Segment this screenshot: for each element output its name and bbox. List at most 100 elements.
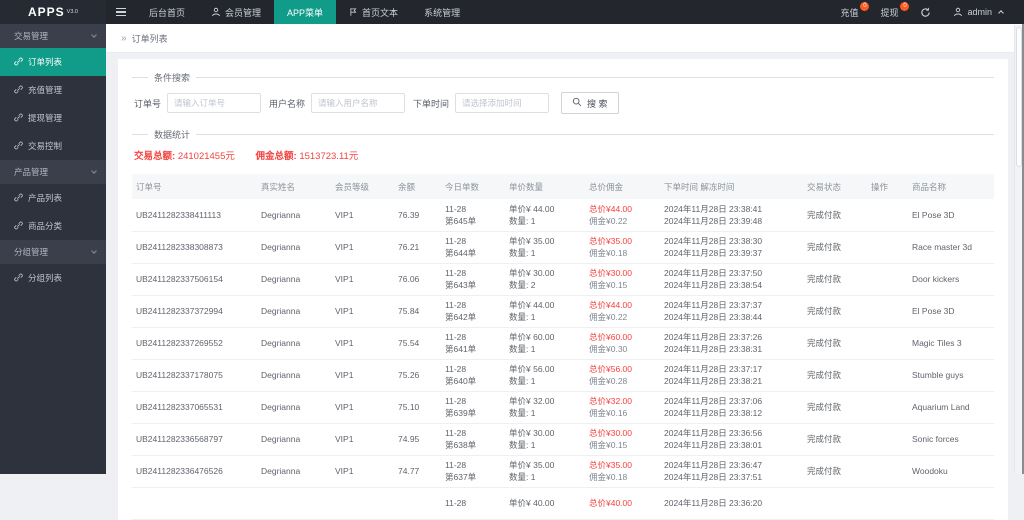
member-level: VIP1 [335, 338, 354, 348]
trade-total-label: 交易总额: [134, 151, 176, 162]
link-icon [14, 57, 23, 68]
real-name: Degrianna [261, 402, 301, 412]
order-no: UB2411282337065531 [136, 402, 223, 412]
order-count: 第643单 [445, 280, 477, 290]
order-no: UB2411282338411113 [136, 209, 221, 220]
sidebar-item-0-1[interactable]: 充值管理 [0, 76, 106, 104]
total-price: 总价¥44.00 [589, 203, 632, 214]
real-name: Degrianna [261, 209, 301, 220]
topnav-item-3[interactable]: 首页文本 [336, 0, 411, 24]
unit-price: 单价¥ 32.00 [509, 396, 555, 406]
unfreeze-time: 2024年11月28日 23:38:01 [664, 440, 763, 450]
unit-price: 单价¥ 40.00 [509, 498, 555, 508]
balance: 76.39 [398, 209, 420, 220]
balance: 75.10 [398, 402, 420, 412]
member-level: VIP1 [335, 209, 354, 220]
order-time: 2024年11月28日 23:37:17 [664, 364, 763, 374]
trade-status: 完成付款 [807, 434, 842, 444]
sidebar-item-0-2[interactable]: 提现管理 [0, 104, 106, 132]
order-date: 11-28 [445, 268, 467, 278]
table-row: UB2411282338308873 Degrianna VIP1 76.21 … [132, 231, 994, 264]
sidebar-item-1-0[interactable]: 产品列表 [0, 184, 106, 212]
order-date: 11-28 [445, 428, 467, 438]
order-time: 2024年11月28日 23:38:30 [664, 236, 763, 246]
member-level: VIP1 [335, 434, 354, 444]
withdraw-button[interactable]: 提现 0 [869, 0, 910, 24]
member-level: VIP1 [335, 274, 354, 284]
recharge-button[interactable]: 充值 0 [829, 0, 870, 24]
topnav-item-1[interactable]: 会员管理 [198, 0, 274, 24]
search-field-group-1: 用户名称 [269, 93, 406, 113]
vertical-scrollbar[interactable] [1014, 25, 1022, 474]
unfreeze-time: 2024年11月28日 23:38:12 [664, 408, 763, 418]
order-no: UB2411282336568797 [136, 434, 223, 444]
topnav-item-0[interactable]: 后台首页 [136, 0, 198, 24]
sidebar-item-0-3[interactable]: 交易控制 [0, 132, 106, 160]
sidebar-group-0[interactable]: 交易管理 [0, 24, 106, 48]
search-field-label-0: 订单号 [134, 98, 162, 109]
quantity: 数量: 1 [509, 344, 536, 354]
commission: 佣金¥0.22 [589, 215, 628, 226]
chevron-up-icon [998, 10, 1004, 16]
column-header-product-name: 商品名称 [907, 174, 994, 199]
product-name: El Pose 3D [912, 209, 955, 220]
menu-toggle-icon[interactable] [106, 0, 136, 24]
search-form: 订单号 用户名称 下单时间 搜 索 [134, 92, 994, 114]
product-name: Woodoku [912, 466, 948, 476]
recharge-label: 充值 [840, 7, 859, 18]
sidebar-item-0-0[interactable]: 订单列表 [0, 48, 106, 76]
balance: 75.84 [398, 306, 420, 316]
table-row: UB2411282337506154 Degrianna VIP1 76.06 … [132, 263, 994, 296]
quantity: 数量: 1 [509, 312, 536, 322]
member-level: VIP1 [335, 466, 354, 476]
unit-price: 单价¥ 60.00 [509, 332, 555, 342]
order-date: 11-28 [445, 498, 467, 508]
order-date: 11-28 [445, 332, 467, 342]
search-input-0[interactable] [167, 93, 262, 113]
order-time: 2024年11月28日 23:37:37 [664, 300, 763, 310]
refresh-button[interactable] [909, 0, 942, 24]
user-menu[interactable]: admin [942, 0, 1014, 24]
table-row: UB2411282337178075 Degrianna VIP1 75.26 … [132, 359, 994, 392]
chevron-down-icon [91, 168, 97, 174]
commission: 佣金¥0.18 [589, 248, 628, 258]
topnav-item-2[interactable]: APP菜单 [274, 0, 337, 24]
order-no: UB2411282337506154 [136, 274, 223, 284]
recharge-badge: 0 [860, 2, 870, 11]
sidebar-item-2-0[interactable]: 分组列表 [0, 264, 106, 292]
column-header-actions: 操作 [866, 174, 907, 199]
commission-total-label: 佣金总额: [255, 151, 297, 162]
member-level: VIP1 [335, 370, 354, 380]
search-section: 条件搜索 [132, 71, 994, 84]
sidebar-group-1[interactable]: 产品管理 [0, 160, 106, 184]
order-count: 第638单 [445, 440, 477, 450]
order-count: 第641单 [445, 344, 477, 354]
search-input-2[interactable] [455, 93, 550, 113]
search-input-1[interactable] [311, 93, 406, 113]
sidebar: 交易管理 订单列表 充值管理 提现管理 交易控制 产品管理 产品列表 商品分类 [0, 24, 106, 474]
scrollbar-thumb[interactable] [1015, 27, 1022, 167]
total-price: 总价¥32.00 [589, 396, 632, 406]
breadcrumb: » 订单列表 [106, 24, 1024, 53]
trade-status: 完成付款 [807, 402, 842, 412]
product-name: Door kickers [912, 274, 960, 284]
order-time: 2024年11月28日 23:38:41 [664, 203, 763, 214]
table-row: UB2411282337269552 Degrianna VIP1 75.54 … [132, 327, 994, 360]
table-header-row: 订单号 真实姓名 会员等级 余额 今日单数 单价数量 总价佣金 下单时间 解冻时间 交易状态 操作… [132, 174, 994, 199]
topnav-item-4[interactable]: 系统管理 [411, 0, 473, 24]
link-icon [14, 113, 23, 124]
user-icon [211, 7, 221, 17]
order-time: 2024年11月28日 23:37:26 [664, 332, 763, 342]
sidebar-item-1-1[interactable]: 商品分类 [0, 212, 106, 240]
sidebar-group-2[interactable]: 分组管理 [0, 240, 106, 264]
order-count: 第640单 [445, 376, 477, 386]
trade-status: 完成付款 [807, 306, 842, 316]
unit-price: 单价¥ 44.00 [509, 300, 555, 310]
table-row: 11-28 单价¥ 40.00 总价¥40.00 2024年11月28日 23:… [132, 487, 994, 520]
chevron-down-icon [91, 248, 97, 254]
orders-table: 订单号 真实姓名 会员等级 余额 今日单数 单价数量 总价佣金 下单时间 解冻时间 交易状态 操作… [132, 174, 994, 520]
trade-status: 完成付款 [807, 209, 842, 220]
commission: 佣金¥0.15 [589, 440, 628, 450]
quantity: 数量: 1 [509, 248, 536, 258]
search-button[interactable]: 搜 索 [561, 92, 619, 114]
